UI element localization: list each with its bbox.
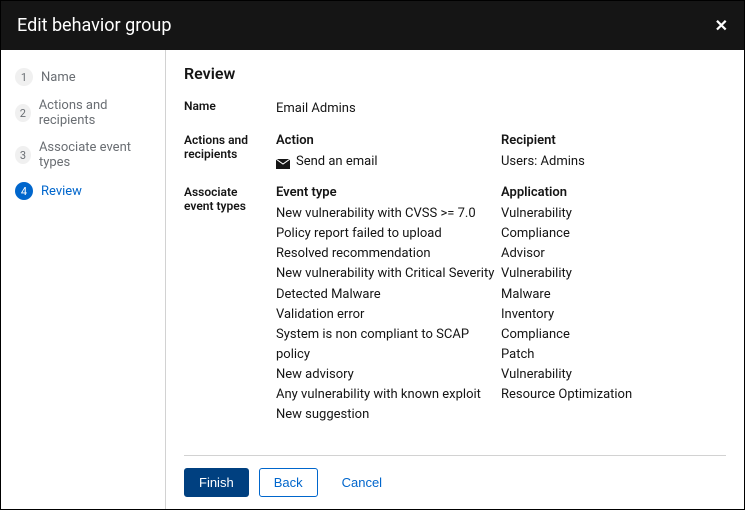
event-type-item: System is non compliant to SCAP policy <box>276 325 501 365</box>
action-header: Action <box>276 133 501 148</box>
step-review[interactable]: 4 Review <box>1 176 165 206</box>
step-number: 3 <box>15 146 31 164</box>
review-events-row: Associate event types Event type New vul… <box>184 185 726 426</box>
name-label: Name <box>184 99 276 119</box>
application-item: Vulnerability <box>501 204 726 224</box>
finish-button[interactable]: Finish <box>184 468 249 497</box>
action-value: Send an email <box>276 152 501 172</box>
recipient-value: Users: Admins <box>501 152 726 172</box>
close-icon[interactable]: ✕ <box>715 16 728 35</box>
event-type-item: Resolved recommendation <box>276 244 501 264</box>
step-label: Review <box>41 184 82 199</box>
event-type-item: New vulnerability with Critical Severity <box>276 264 501 284</box>
application-item: Compliance <box>501 224 726 244</box>
step-number: 4 <box>15 182 33 200</box>
application-item: Vulnerability <box>501 264 726 284</box>
event-type-item: New suggestion <box>276 405 501 425</box>
step-label: Actions and recipients <box>39 98 151 128</box>
recipient-header: Recipient <box>501 133 726 148</box>
main-content: Review Name Email Admins Actions and rec… <box>184 64 726 455</box>
step-associate-event-types[interactable]: 3 Associate event types <box>1 134 165 176</box>
cancel-button[interactable]: Cancel <box>328 469 396 496</box>
application-list: VulnerabilityComplianceAdvisorVulnerabil… <box>501 204 726 405</box>
event-type-column: Event type New vulnerability with CVSS >… <box>276 185 501 426</box>
wizard-sidebar: 1 Name 2 Actions and recipients 3 Associ… <box>1 50 166 509</box>
event-type-item: New vulnerability with CVSS >= 7.0 <box>276 204 501 224</box>
modal-title: Edit behavior group <box>17 15 171 36</box>
application-item: Patch <box>501 345 726 365</box>
event-type-item: Any vulnerability with known exploit <box>276 385 501 405</box>
event-type-item: Detected Malware <box>276 285 501 305</box>
assoc-label: Associate event types <box>184 185 276 426</box>
application-item: Resource Optimization <box>501 385 726 405</box>
application-item: Advisor <box>501 244 726 264</box>
application-item: Inventory <box>501 305 726 325</box>
main-panel: Review Name Email Admins Actions and rec… <box>166 50 744 509</box>
step-number: 1 <box>15 68 33 86</box>
step-actions-recipients[interactable]: 2 Actions and recipients <box>1 92 165 134</box>
name-value: Email Admins <box>276 99 726 119</box>
modal: Edit behavior group ✕ 1 Name 2 Actions a… <box>0 0 745 510</box>
action-text: Send an email <box>296 152 378 172</box>
envelope-icon <box>276 156 290 166</box>
application-header: Application <box>501 185 726 200</box>
event-type-item: Policy report failed to upload <box>276 224 501 244</box>
step-label: Name <box>41 70 76 85</box>
application-item: Compliance <box>501 325 726 345</box>
application-item: Malware <box>501 285 726 305</box>
page-title: Review <box>184 64 726 83</box>
event-type-item: Validation error <box>276 305 501 325</box>
step-number: 2 <box>15 104 31 122</box>
application-column: Application VulnerabilityComplianceAdvis… <box>501 185 726 426</box>
step-name[interactable]: 1 Name <box>1 62 165 92</box>
event-type-header: Event type <box>276 185 501 200</box>
review-actions-row: Actions and recipients Action Send an em… <box>184 133 726 172</box>
actions-label: Actions and recipients <box>184 133 276 172</box>
event-type-list: New vulnerability with CVSS >= 7.0Policy… <box>276 204 501 426</box>
event-type-item: New advisory <box>276 365 501 385</box>
step-label: Associate event types <box>39 140 151 170</box>
wizard-footer: Finish Back Cancel <box>184 455 726 509</box>
review-name-row: Name Email Admins <box>184 99 726 119</box>
modal-body: 1 Name 2 Actions and recipients 3 Associ… <box>1 50 744 509</box>
application-item: Vulnerability <box>501 365 726 385</box>
modal-header: Edit behavior group ✕ <box>1 1 744 50</box>
back-button[interactable]: Back <box>259 468 318 497</box>
